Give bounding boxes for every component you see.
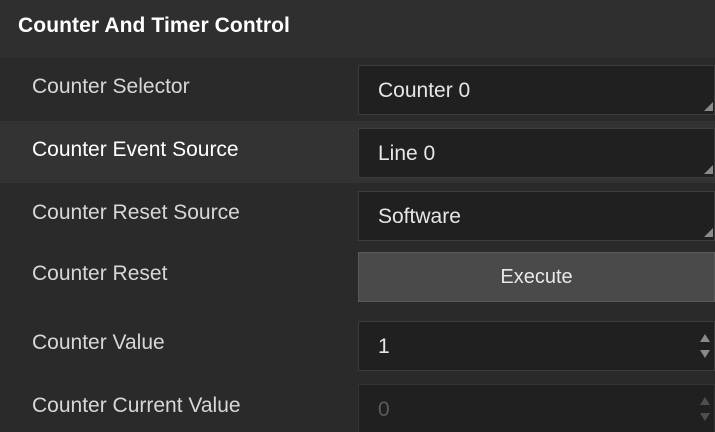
spin-buttons: [700, 393, 712, 427]
counter-value-value: 1: [378, 335, 390, 358]
spin-down-icon: [700, 413, 710, 421]
spin-up-icon[interactable]: [700, 334, 710, 342]
counter-current-value-label: Counter Current Value: [32, 394, 241, 417]
counter-event-source-dropdown[interactable]: Line 0: [358, 128, 715, 178]
spin-down-icon[interactable]: [700, 350, 710, 358]
counter-value-spinbox[interactable]: 1: [358, 321, 715, 371]
counter-reset-label: Counter Reset: [32, 262, 168, 285]
counter-timer-panel: Counter And Timer Control Counter Select…: [0, 0, 715, 432]
counter-reset-source-dropdown[interactable]: Software: [358, 191, 715, 241]
row-counter-current-value: Counter Current Value 0: [0, 377, 715, 432]
section-title: Counter And Timer Control: [18, 14, 290, 37]
row-counter-reset-source: Counter Reset Source Software: [0, 184, 715, 246]
row-counter-selector: Counter Selector Counter 0: [0, 58, 715, 120]
spin-buttons: [700, 330, 712, 364]
counter-reset-source-label: Counter Reset Source: [32, 201, 240, 224]
dropdown-corner-icon: [704, 165, 713, 174]
counter-current-value-value: 0: [378, 398, 390, 421]
dropdown-corner-icon: [704, 102, 713, 111]
row-counter-event-source: Counter Event Source Line 0: [0, 121, 715, 183]
execute-button[interactable]: Execute: [358, 252, 715, 302]
counter-value-label: Counter Value: [32, 331, 165, 354]
counter-reset-source-value: Software: [378, 205, 461, 228]
counter-event-source-label: Counter Event Source: [32, 138, 239, 161]
section-header[interactable]: Counter And Timer Control: [0, 0, 715, 58]
row-counter-reset: Counter Reset Execute: [0, 247, 715, 309]
counter-selector-label: Counter Selector: [32, 75, 190, 98]
row-counter-value: Counter Value 1: [0, 314, 715, 376]
dropdown-corner-icon: [704, 228, 713, 237]
counter-selector-dropdown[interactable]: Counter 0: [358, 65, 715, 115]
counter-event-source-value: Line 0: [378, 142, 436, 165]
counter-current-value-spinbox: 0: [358, 384, 715, 432]
counter-selector-value: Counter 0: [378, 79, 471, 102]
spin-up-icon: [700, 397, 710, 405]
execute-button-label: Execute: [500, 266, 573, 288]
